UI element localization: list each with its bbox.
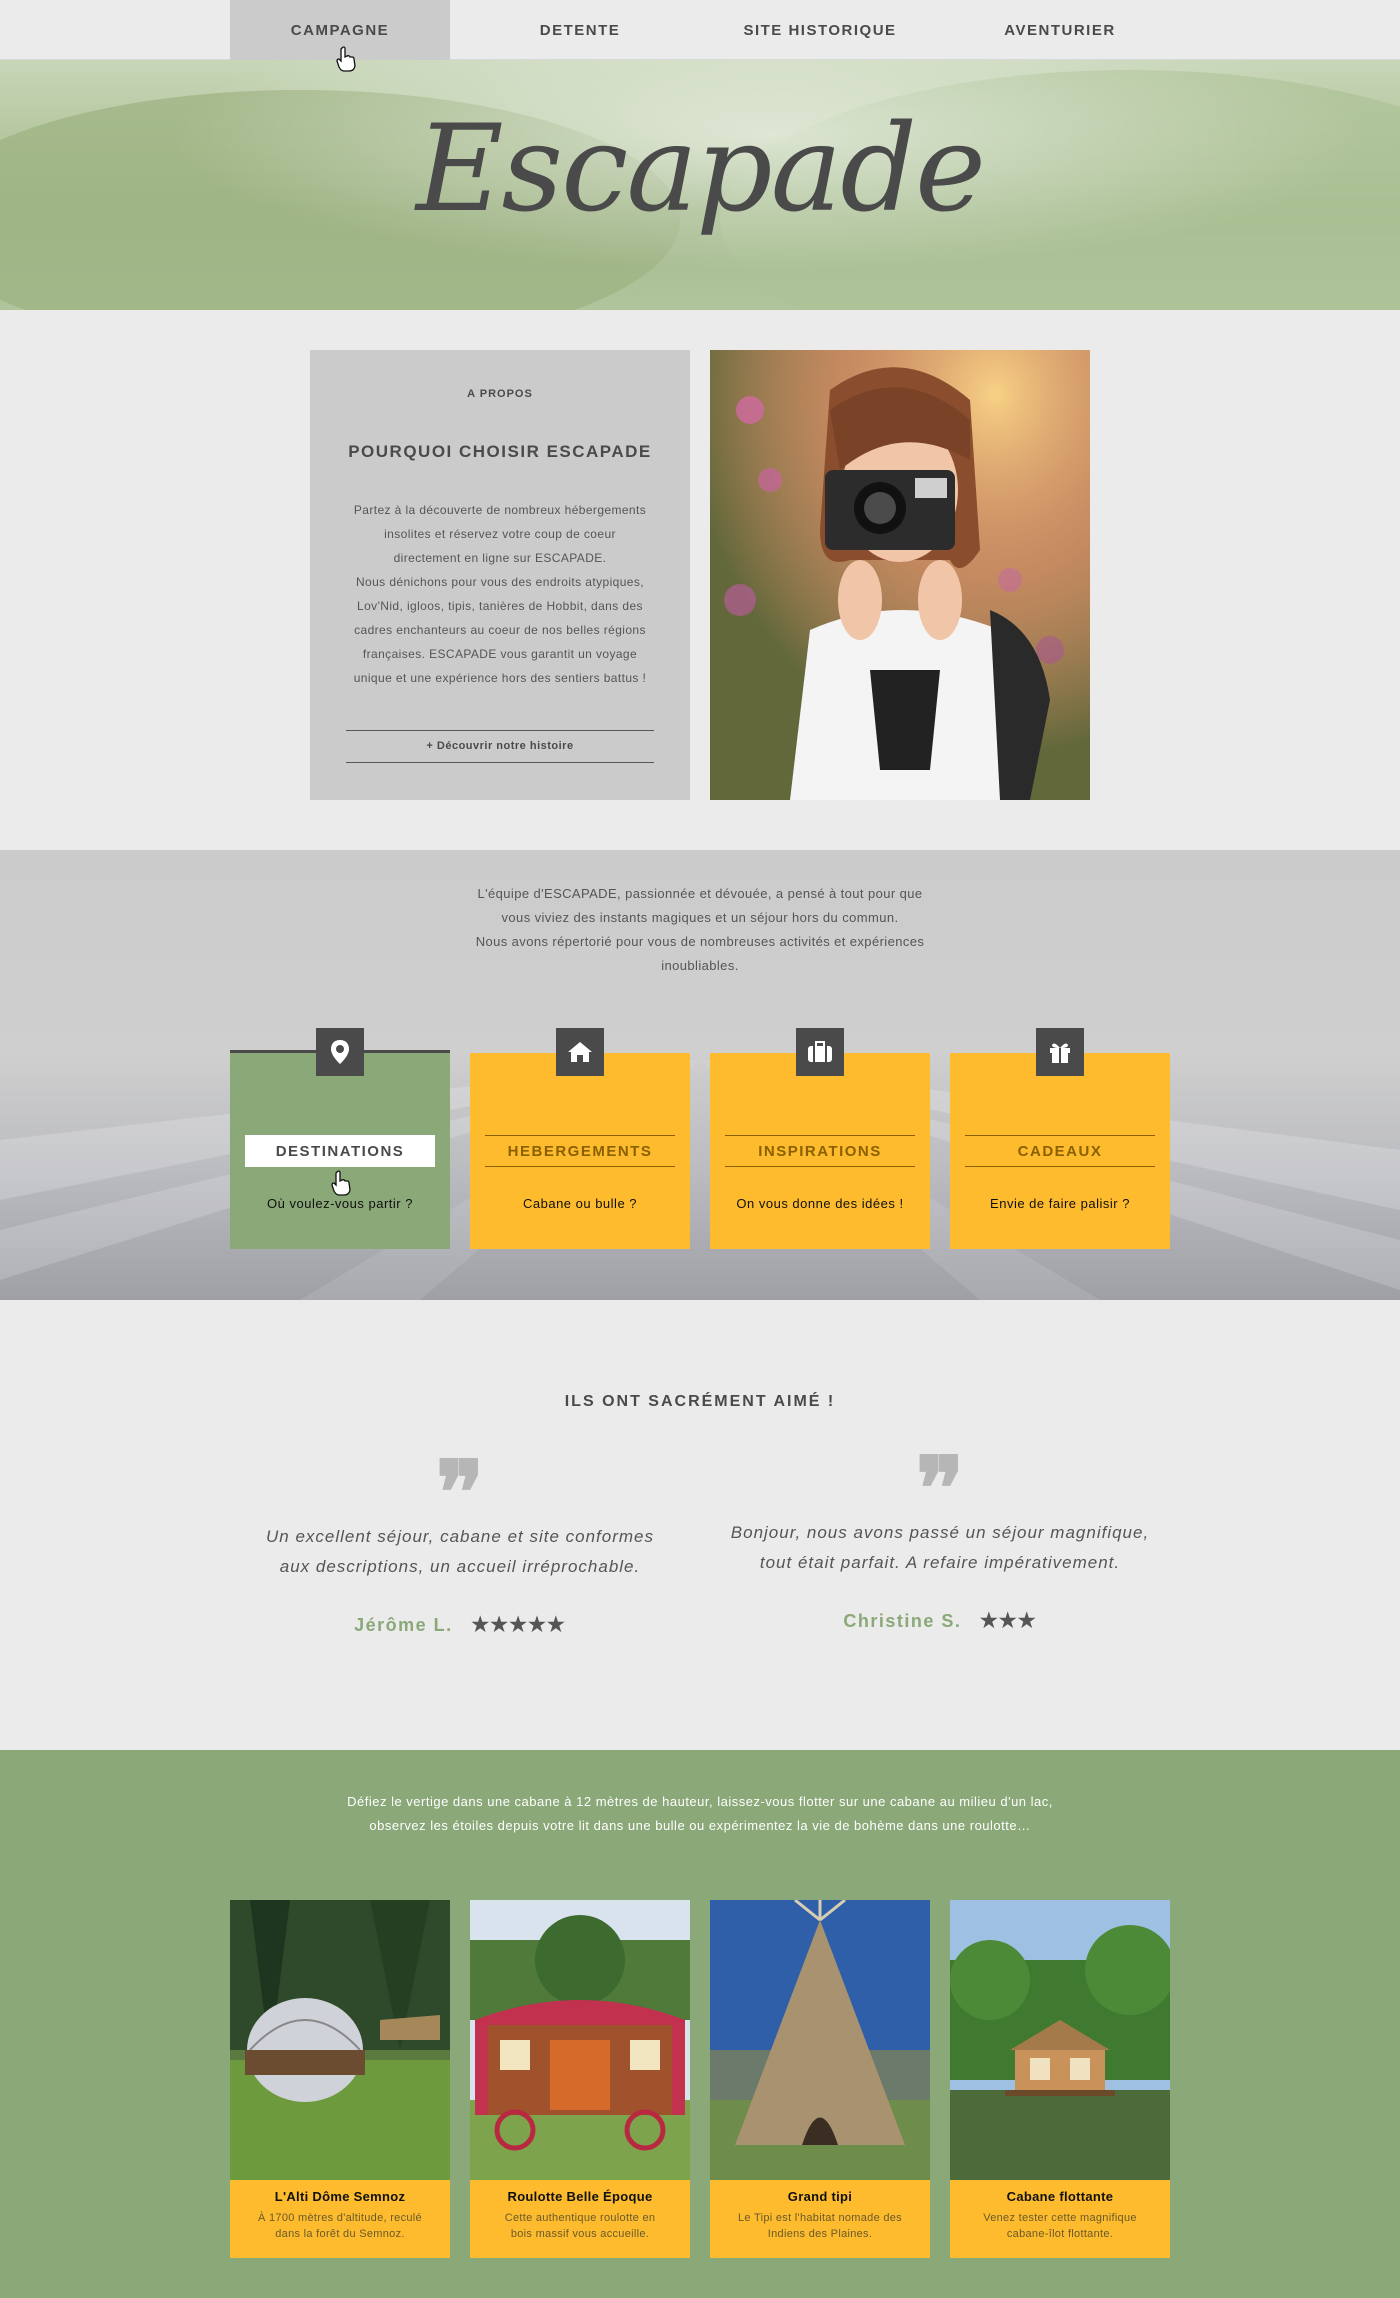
categories-section: L'équipe d'ESCAPADE, passionnée et dévou… (0, 850, 1400, 1300)
hand-cursor-icon (331, 1170, 351, 1196)
category-card-inspirations[interactable]: INSPIRATIONS On vous donne des idées ! (710, 1028, 930, 1249)
about-text-line: directement en ligne sur ESCAPADE. (393, 551, 607, 565)
star-rating: ★★★★★ (471, 1614, 566, 1636)
hero-banner: Escapade (0, 60, 1400, 310)
reviews-title: ILS ONT SACRÉMENT AIMÉ ! (564, 1393, 836, 1410)
photo-illustration (710, 350, 1090, 800)
review-line: tout était parfait. A refaire impérative… (759, 1553, 1121, 1572)
stay-card-alti-dome[interactable]: L'Alti Dôme Semnoz À 1700 mètres d'altit… (230, 1900, 450, 2258)
intro-line: vous viviez des instants magiques et un … (501, 910, 899, 925)
stay-card-cabane-flottante[interactable]: Cabane flottante Venez tester cette magn… (950, 1900, 1170, 2258)
stay-photo (710, 1900, 930, 2180)
stay-description: Le Tipi est l'habitat nomade des Indiens… (720, 2210, 920, 2242)
about-card: A PROPOS POURQUOI CHOISIR ESCAPADE Parte… (310, 350, 690, 800)
stay-title: Roulotte Belle Époque (507, 2189, 653, 2204)
review-line: Bonjour, nous avons passé un séjour magn… (730, 1523, 1150, 1542)
nav-label: SITE HISTORIQUE (743, 21, 897, 39)
map-pin-icon (316, 1028, 364, 1076)
category-label: INSPIRATIONS (725, 1135, 915, 1167)
about-kicker: A PROPOS (467, 388, 533, 400)
category-subtitle: Où voulez-vous partir ? (267, 1196, 413, 1211)
stay-card-roulotte[interactable]: Roulotte Belle Époque Cette authentique … (470, 1900, 690, 2258)
category-label: DESTINATIONS (245, 1135, 435, 1167)
category-subtitle: On vous donne des idées ! (736, 1196, 904, 1211)
review-line: Un excellent séjour, cabane et site conf… (265, 1527, 655, 1546)
review-line: aux descriptions, un accueil irréprochab… (279, 1557, 641, 1576)
quote-icon: ❞ (435, 1458, 485, 1518)
about-section: A PROPOS POURQUOI CHOISIR ESCAPADE Parte… (0, 310, 1400, 850)
category-card-hebergements[interactable]: HEBERGEMENTS Cabane ou bulle ? (470, 1028, 690, 1249)
about-title: POURQUOI CHOISIR ESCAPADE (348, 442, 652, 461)
intro-line: Nous avons répertorié pour vous de nombr… (475, 934, 925, 949)
about-text-line: insolites et réservez votre coup de coeu… (384, 527, 616, 541)
stay-desc-line: Le Tipi est l'habitat nomade des (738, 2212, 902, 2224)
review-card: ❞ Bonjour, nous avons passé un séjour ma… (720, 1454, 1160, 1633)
review-author: Jérôme L. (354, 1615, 453, 1635)
stays-intro: Défiez le vertige dans une cabane à 12 m… (0, 1790, 1400, 1838)
stay-photo (230, 1900, 450, 2180)
review-text: Un excellent séjour, cabane et site conf… (240, 1522, 680, 1582)
nav-item-site-historique[interactable]: SITE HISTORIQUE (710, 0, 930, 60)
review-meta: Christine S. ★★★ (720, 1608, 1160, 1633)
stay-description: Cette authentique roulotte en bois massi… (480, 2210, 680, 2242)
review-meta: Jérôme L. ★★★★★ (240, 1612, 680, 1637)
site-logo[interactable]: Escapade (0, 100, 1400, 239)
gift-icon (1036, 1028, 1084, 1076)
about-text-line: Nous dénichons pour vous des endroits at… (355, 575, 645, 589)
quote-icon: ❞ (915, 1454, 965, 1514)
stay-desc-line: Indiens des Plaines. (767, 2228, 873, 2240)
light-rays-background (0, 1060, 1400, 1300)
stay-photo (950, 1900, 1170, 2180)
about-text-line: françaises. ESCAPADE vous garantit un vo… (362, 647, 638, 661)
nav-label: AVENTURIER (1004, 21, 1116, 39)
stay-title: Cabane flottante (1006, 2189, 1114, 2204)
stay-photo (470, 1900, 690, 2180)
category-label: CADEAUX (965, 1135, 1155, 1167)
reviews-section: ILS ONT SACRÉMENT AIMÉ ! ❞ Un excellent … (0, 1300, 1400, 1750)
categories-intro: L'équipe d'ESCAPADE, passionnée et dévou… (0, 882, 1400, 978)
stay-desc-line: cabane-îlot flottante. (1006, 2228, 1114, 2240)
review-author: Christine S. (843, 1611, 962, 1631)
review-text: Bonjour, nous avons passé un séjour magn… (720, 1518, 1160, 1578)
review-card: ❞ Un excellent séjour, cabane et site co… (240, 1458, 680, 1637)
category-card-destinations[interactable]: DESTINATIONS Où voulez-vous partir ? (230, 1028, 450, 1249)
stay-desc-line: Venez tester cette magnifique (983, 2212, 1137, 2224)
nav-item-detente[interactable]: DETENTE (470, 0, 690, 60)
category-subtitle: Envie de faire palisir ? (990, 1196, 1130, 1211)
about-text: Partez à la découverte de nombreux héber… (350, 498, 650, 690)
hand-cursor-icon (336, 46, 356, 72)
top-navigation: CAMPAGNE DETENTE SITE HISTORIQUE AVENTUR… (0, 0, 1400, 72)
category-subtitle: Cabane ou bulle ? (522, 1196, 638, 1211)
discover-story-link[interactable]: + Découvrir notre histoire (346, 730, 654, 763)
intro-line: inoubliables. (661, 958, 739, 973)
stay-title: L'Alti Dôme Semnoz (274, 2189, 406, 2204)
nav-label: DETENTE (539, 21, 621, 39)
stay-desc-line: À 1700 mètres d'altitude, reculé (258, 2212, 422, 2224)
stays-section: Défiez le vertige dans une cabane à 12 m… (0, 1750, 1400, 2298)
about-text-line: cadres enchanteurs au coeur de nos belle… (354, 623, 646, 637)
stay-card-tipi[interactable]: Grand tipi Le Tipi est l'habitat nomade … (710, 1900, 930, 2258)
nav-item-aventurier[interactable]: AVENTURIER (950, 0, 1170, 60)
intro-line: L'équipe d'ESCAPADE, passionnée et dévou… (477, 886, 923, 901)
stay-desc-line: dans la forêt du Semnoz. (275, 2228, 405, 2240)
nav-label: CAMPAGNE (290, 21, 390, 39)
suitcase-icon (796, 1028, 844, 1076)
star-rating: ★★★ (979, 1610, 1037, 1632)
intro-line: observez les étoiles depuis votre lit da… (369, 1818, 1031, 1833)
photographer-photo (710, 350, 1090, 800)
category-card-cadeaux[interactable]: CADEAUX Envie de faire palisir ? (950, 1028, 1170, 1249)
stay-desc-line: bois massif vous accueille. (510, 2228, 650, 2240)
category-label: HEBERGEMENTS (485, 1135, 675, 1167)
stay-desc-line: Cette authentique roulotte en (504, 2212, 656, 2224)
about-text-line: Lov'Nid, igloos, tipis, tanières de Hobb… (357, 599, 643, 613)
intro-line: Défiez le vertige dans une cabane à 12 m… (347, 1794, 1053, 1809)
about-text-line: Partez à la découverte de nombreux héber… (353, 503, 647, 517)
about-text-line: unique et une expérience hors des sentie… (353, 671, 647, 685)
home-icon (556, 1028, 604, 1076)
stay-description: À 1700 mètres d'altitude, reculé dans la… (240, 2210, 440, 2242)
stay-description: Venez tester cette magnifique cabane-îlo… (960, 2210, 1160, 2242)
stay-title: Grand tipi (787, 2189, 853, 2204)
